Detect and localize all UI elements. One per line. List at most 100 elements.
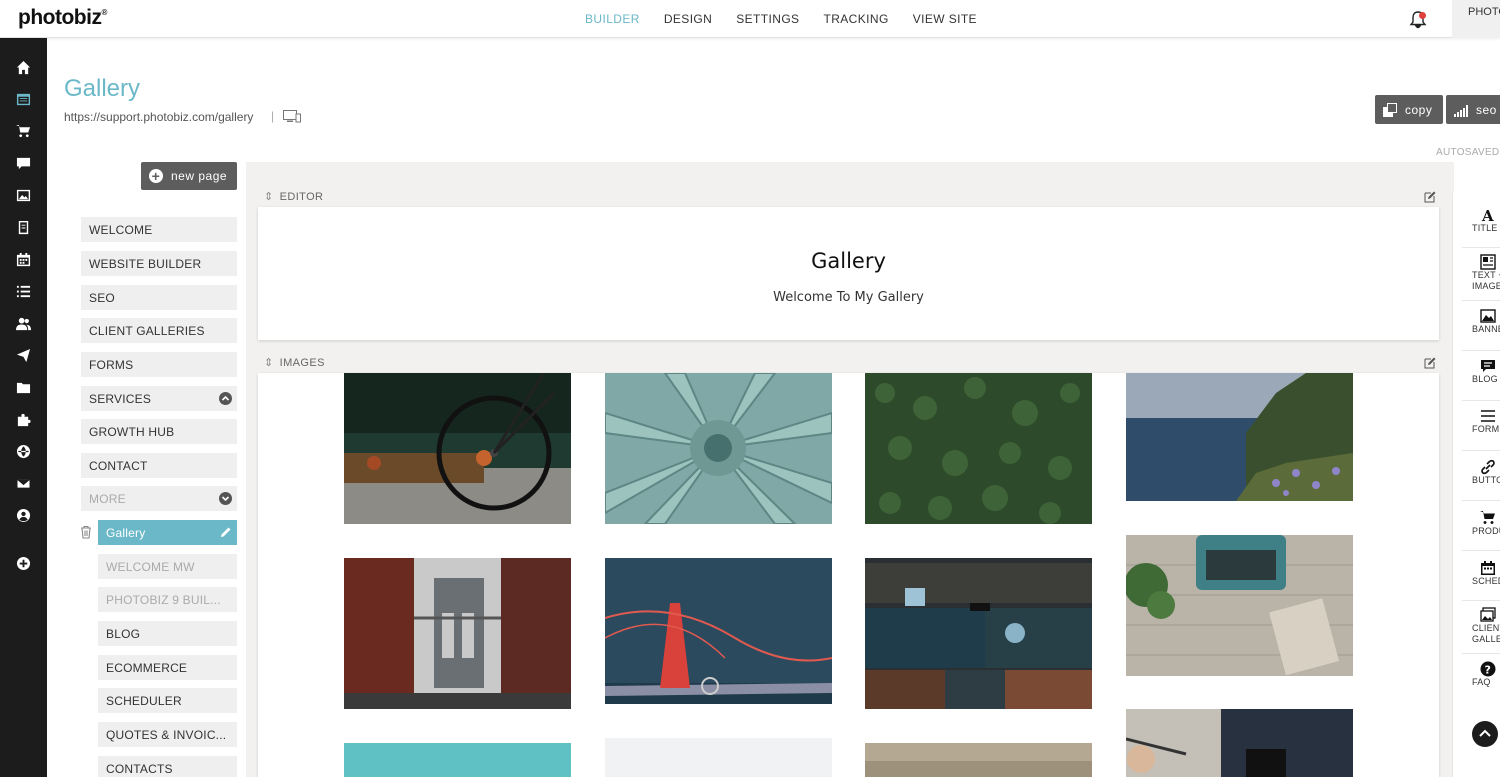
gallery-image-teal[interactable] [344,743,571,777]
devices-preview-icon[interactable] [283,110,301,123]
nav-page-client-galleries[interactable]: CLIENT GALLERIES [81,318,237,343]
gallery-image-coastline[interactable] [1126,373,1353,501]
send-icon[interactable] [15,347,32,364]
editor-subtitle[interactable]: Welcome To My Gallery [258,290,1439,305]
gallery-image-photographer[interactable] [1126,709,1353,777]
tool-label: PRODUCT [1472,526,1500,536]
tool-faq[interactable]: ? FAQ [1452,661,1500,688]
nav-page-blog[interactable]: BLOG [98,621,237,646]
images-section-label[interactable]: ⇕ IMAGES [264,356,325,370]
account-icon[interactable] [15,507,32,524]
document-icon[interactable] [15,219,32,236]
gallery-image-succulent[interactable] [605,373,832,524]
gallery-image-light[interactable] [605,738,832,777]
scroll-top-button[interactable] [1472,721,1498,747]
home-icon[interactable] [15,59,32,76]
nav-tracking[interactable]: TRACKING [823,12,888,26]
nav-builder[interactable]: BUILDER [585,12,640,26]
cart-icon[interactable] [15,123,32,140]
page-url[interactable]: https://support.photobiz.com/gallery [64,110,253,124]
nav-more[interactable]: MORE [81,486,237,511]
drag-handle-icon[interactable]: ⇕ [264,356,274,369]
nav-page-label: QUOTES & INVOIC... [106,728,227,742]
editor-block[interactable]: Gallery Welcome To My Gallery [258,207,1439,340]
tool-product[interactable]: PRODUCT [1452,510,1500,537]
tool-label: SCHEDULE [1472,576,1500,586]
puzzle-icon[interactable] [15,411,32,428]
account-menu[interactable]: PHOTOBIZ [1452,0,1500,38]
tool-text-image[interactable]: TEXT + IMAGE [1452,254,1500,292]
pencil-icon[interactable] [219,525,233,539]
list-icon[interactable] [15,283,32,300]
gallery-image-suitcases[interactable] [865,558,1092,709]
add-icon[interactable] [15,555,32,572]
nav-page-seo[interactable]: SEO [81,285,237,310]
chevron-up-icon[interactable] [219,392,232,405]
link-icon [1481,459,1495,475]
new-page-label: new page [171,169,228,183]
nav-page-growth-hub[interactable]: GROWTH HUB [81,419,237,444]
tool-divider [1462,450,1500,451]
nav-page-services[interactable]: SERVICES [81,386,237,411]
nav-page-forms[interactable]: FORMS [81,352,237,377]
nav-page-gallery[interactable]: Gallery [98,520,237,545]
nav-page-ecommerce[interactable]: ECOMMERCE [98,655,237,680]
tool-client-gallery[interactable]: CLIENT GALLERY [1452,607,1500,645]
tool-title[interactable]: A TITLE [1452,207,1500,234]
tool-banner[interactable]: BANNER [1452,308,1500,335]
autosaved-status: AUTOSAVED 5 [1436,147,1500,158]
nav-page-contacts[interactable]: CONTACTS [98,756,237,777]
tool-label: GALLERY [1472,634,1500,644]
globe-icon[interactable] [15,443,32,460]
text-image-icon [1480,254,1496,270]
gallery-image-bridge-street[interactable] [344,558,571,709]
tool-divider [1462,247,1500,248]
drag-handle-icon[interactable]: ⇕ [264,190,274,203]
nav-page-contact[interactable]: CONTACT [81,453,237,478]
gallery-image-sand[interactable] [865,743,1092,777]
chevron-down-icon[interactable] [219,492,232,505]
blog-chat-icon [1481,360,1495,372]
gallery-image-forest[interactable] [865,373,1092,524]
editor-section-label[interactable]: ⇕ EDITOR [264,190,323,204]
tool-form[interactable]: FORM [1452,408,1500,435]
photobiz-logo[interactable]: photobiz® [18,6,107,30]
images-label-text: IMAGES [279,356,325,369]
trash-icon[interactable] [80,525,92,539]
tool-label: IMAGE [1472,281,1500,291]
edit-section-icon[interactable] [1424,191,1436,203]
gallery-icon[interactable] [15,187,32,204]
gallery-image-bicycle[interactable] [344,373,571,524]
tool-label: BLOG [1472,374,1498,384]
tool-divider [1462,400,1500,401]
copy-button[interactable]: copy [1375,95,1443,124]
mail-icon[interactable] [15,475,32,492]
nav-page-photobiz-9-builder[interactable]: PHOTOBIZ 9 BUIL... [98,587,237,612]
folder-icon[interactable] [15,379,32,396]
nav-page-quotes-invoices[interactable]: QUOTES & INVOIC... [98,722,237,747]
seo-button[interactable]: seo [1446,95,1500,124]
nav-page-website-builder[interactable]: WEBSITE BUILDER [81,251,237,276]
tool-schedule[interactable]: SCHEDULE [1452,560,1500,587]
nav-page-welcome[interactable]: WELCOME [81,217,237,242]
nav-settings[interactable]: SETTINGS [736,12,799,26]
new-page-button[interactable]: + new page [141,162,237,190]
calendar-icon[interactable] [15,251,32,268]
gallery-image-red-bridge[interactable] [605,558,832,704]
pages-icon[interactable] [15,91,32,108]
nav-view-site[interactable]: VIEW SITE [913,12,977,26]
svg-text:?: ? [1485,664,1491,677]
tool-divider [1462,500,1500,501]
gallery-image-typewriter[interactable] [1126,535,1353,676]
nav-page-scheduler[interactable]: SCHEDULER [98,688,237,713]
editor-title[interactable]: Gallery [258,249,1439,273]
edit-section-icon[interactable] [1424,357,1436,369]
left-icon-rail [0,38,47,777]
chat-icon[interactable] [15,155,32,172]
tool-blog[interactable]: BLOG [1452,358,1500,385]
nav-design[interactable]: DESIGN [664,12,712,26]
nav-page-label: WEBSITE BUILDER [89,257,202,271]
tool-button[interactable]: BUTTON [1452,459,1500,486]
users-icon[interactable] [15,315,32,332]
nav-page-welcome-mw[interactable]: WELCOME MW [98,554,237,579]
